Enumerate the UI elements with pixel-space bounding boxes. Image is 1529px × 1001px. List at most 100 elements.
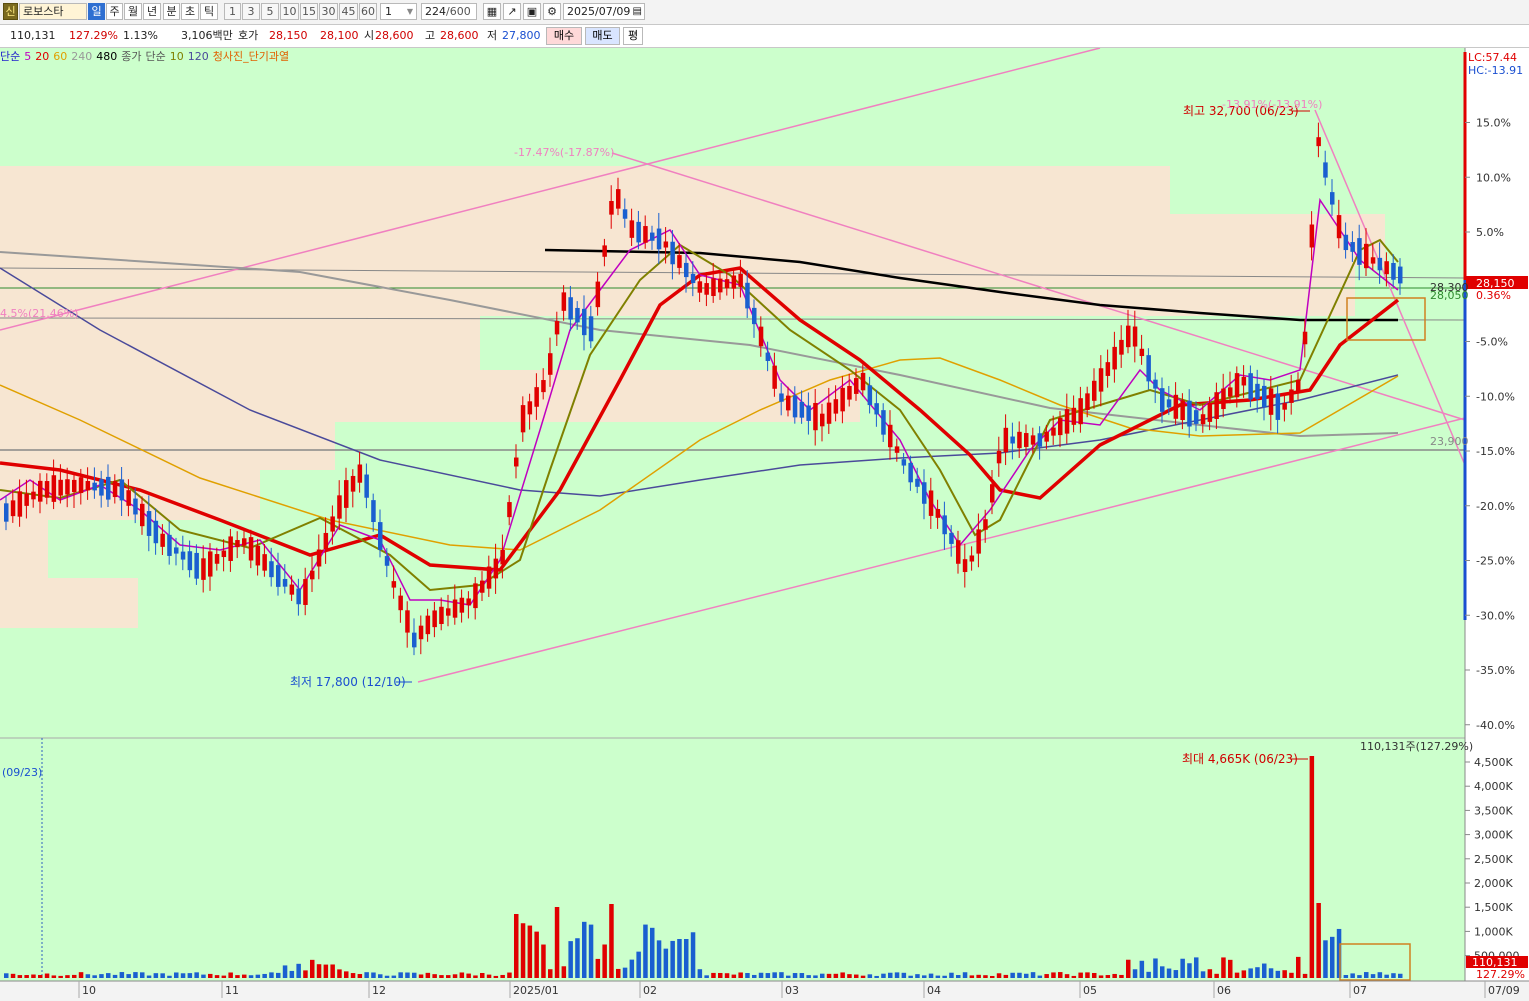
volume-bar [1024,973,1029,978]
candle-body [235,540,240,548]
period-tick-button[interactable]: 틱 [200,3,218,20]
candle-body [1105,362,1111,376]
candle-body [425,615,431,635]
volume-bar [915,974,920,978]
period-minute-button[interactable]: 분 [163,3,180,20]
eval-button[interactable]: 평 [623,27,643,45]
legend-item[interactable]: 480 [96,50,117,63]
price-chart[interactable]: 15.0% 10.0% 5.0% -5.0% -10.0% -15.0% -20.0% -25… [0,48,1529,1001]
legend-item[interactable]: 종가 [121,50,141,63]
volume-bar [1384,974,1389,978]
interval-1-button[interactable]: 1 [224,3,241,20]
candle-body [255,545,261,566]
candle-body [446,608,451,616]
candle-body [670,241,675,265]
volume-bar [228,972,233,978]
candle-body [813,402,818,431]
unit-select[interactable]: 1 ▼ [380,3,417,20]
candle-body [1302,331,1308,345]
indicator-legend[interactable]: 단순 5 20 60 240 480 종가 단순 10 120 청사진_단기과열 [0,49,293,65]
candle-body [1112,346,1117,370]
candle-body [38,480,43,502]
volume-bar [480,972,485,978]
volume-bar [1194,957,1199,978]
candle-body [1391,262,1396,280]
interval-60-button[interactable]: 60 [359,3,377,20]
quote-bar: 110,131 127.29% 1.13% 3,106백만 호가 28,150 … [0,25,1529,48]
candle-body [44,481,50,498]
grid-icon-button[interactable]: ▦ [483,3,501,20]
trend-icon-button[interactable]: ↗ [503,3,521,20]
candle-body [17,491,23,517]
volume-bar [371,972,376,978]
volume-bar [1248,968,1253,978]
sell-button[interactable]: 매도 [585,27,620,45]
bid-price: 28,100 [320,29,359,42]
candle-body [826,402,832,424]
candle-body [976,529,981,554]
candle-body [595,281,601,308]
candle-body [1221,388,1226,410]
candle-body [282,578,288,587]
volume-bar [17,975,23,978]
legend-item[interactable]: 청사진_단기과열 [213,50,289,63]
candle-body [711,278,716,297]
stock-name-field[interactable]: 로보스타 [19,3,87,20]
volume-bar [609,904,614,978]
candle-body [969,555,975,562]
legend-item[interactable]: 60 [53,50,67,63]
legend-item[interactable]: 120 [188,50,209,63]
interval-30-button[interactable]: 30 [319,3,338,20]
volume-bar [1350,973,1355,978]
price-tick-label: -30.0% [1476,609,1515,622]
volume-bar [514,914,519,978]
date-field[interactable]: 2025/07/09 ▤ [563,3,645,20]
count-field[interactable]: 224/600 [421,3,477,20]
legend-item[interactable]: 단순 [0,50,20,63]
interval-10-button[interactable]: 10 [280,3,299,20]
candle-body [1187,400,1192,427]
candle-body [242,538,247,546]
legend-item[interactable]: 240 [71,50,92,63]
period-weekly-button[interactable]: 주 [106,3,123,20]
candle-body [1030,435,1036,445]
buy-button[interactable]: 매수 [546,27,582,45]
volume-bar [847,974,852,978]
volume-bar [1377,972,1383,978]
ask-price: 28,150 [269,29,308,42]
interval-3-button[interactable]: 3 [242,3,260,20]
volume-bar [1112,973,1117,978]
legend-item[interactable]: 단순 [146,50,166,63]
candle-body [289,584,295,595]
volume-bar [1200,971,1206,978]
save-icon-button[interactable]: ▣ [523,3,541,20]
period-yearly-button[interactable]: 년 [143,3,161,20]
volume-bar [867,974,873,978]
settings-icon-button[interactable]: ⚙ [543,3,561,20]
volume-bar [956,975,961,978]
volume-bar [554,907,560,978]
turnover-value: 1.13% [123,29,158,42]
volume-bar [412,972,417,978]
level-28050-label: 28,050 [1430,289,1469,302]
candle-body [1126,325,1131,348]
volume-bar [1139,960,1145,978]
candle-body [1398,266,1403,284]
candle-body [1289,389,1294,403]
volume-bar [1255,967,1260,978]
interval-5-button[interactable]: 5 [261,3,279,20]
legend-item[interactable]: 5 [24,50,31,63]
calendar-icon: ▤ [632,6,642,17]
volume-bar [119,972,125,978]
legend-item[interactable]: 10 [170,50,184,63]
interval-45-button[interactable]: 45 [339,3,358,20]
candle-body [72,479,77,493]
legend-item[interactable]: 20 [35,50,49,63]
interval-15-button[interactable]: 15 [300,3,318,20]
period-second-button[interactable]: 초 [181,3,199,20]
candle-body [1214,392,1219,419]
period-monthly-button[interactable]: 월 [124,3,142,20]
candle-body [1357,238,1362,265]
volume-bar [72,974,77,978]
period-daily-button[interactable]: 일 [88,3,105,20]
